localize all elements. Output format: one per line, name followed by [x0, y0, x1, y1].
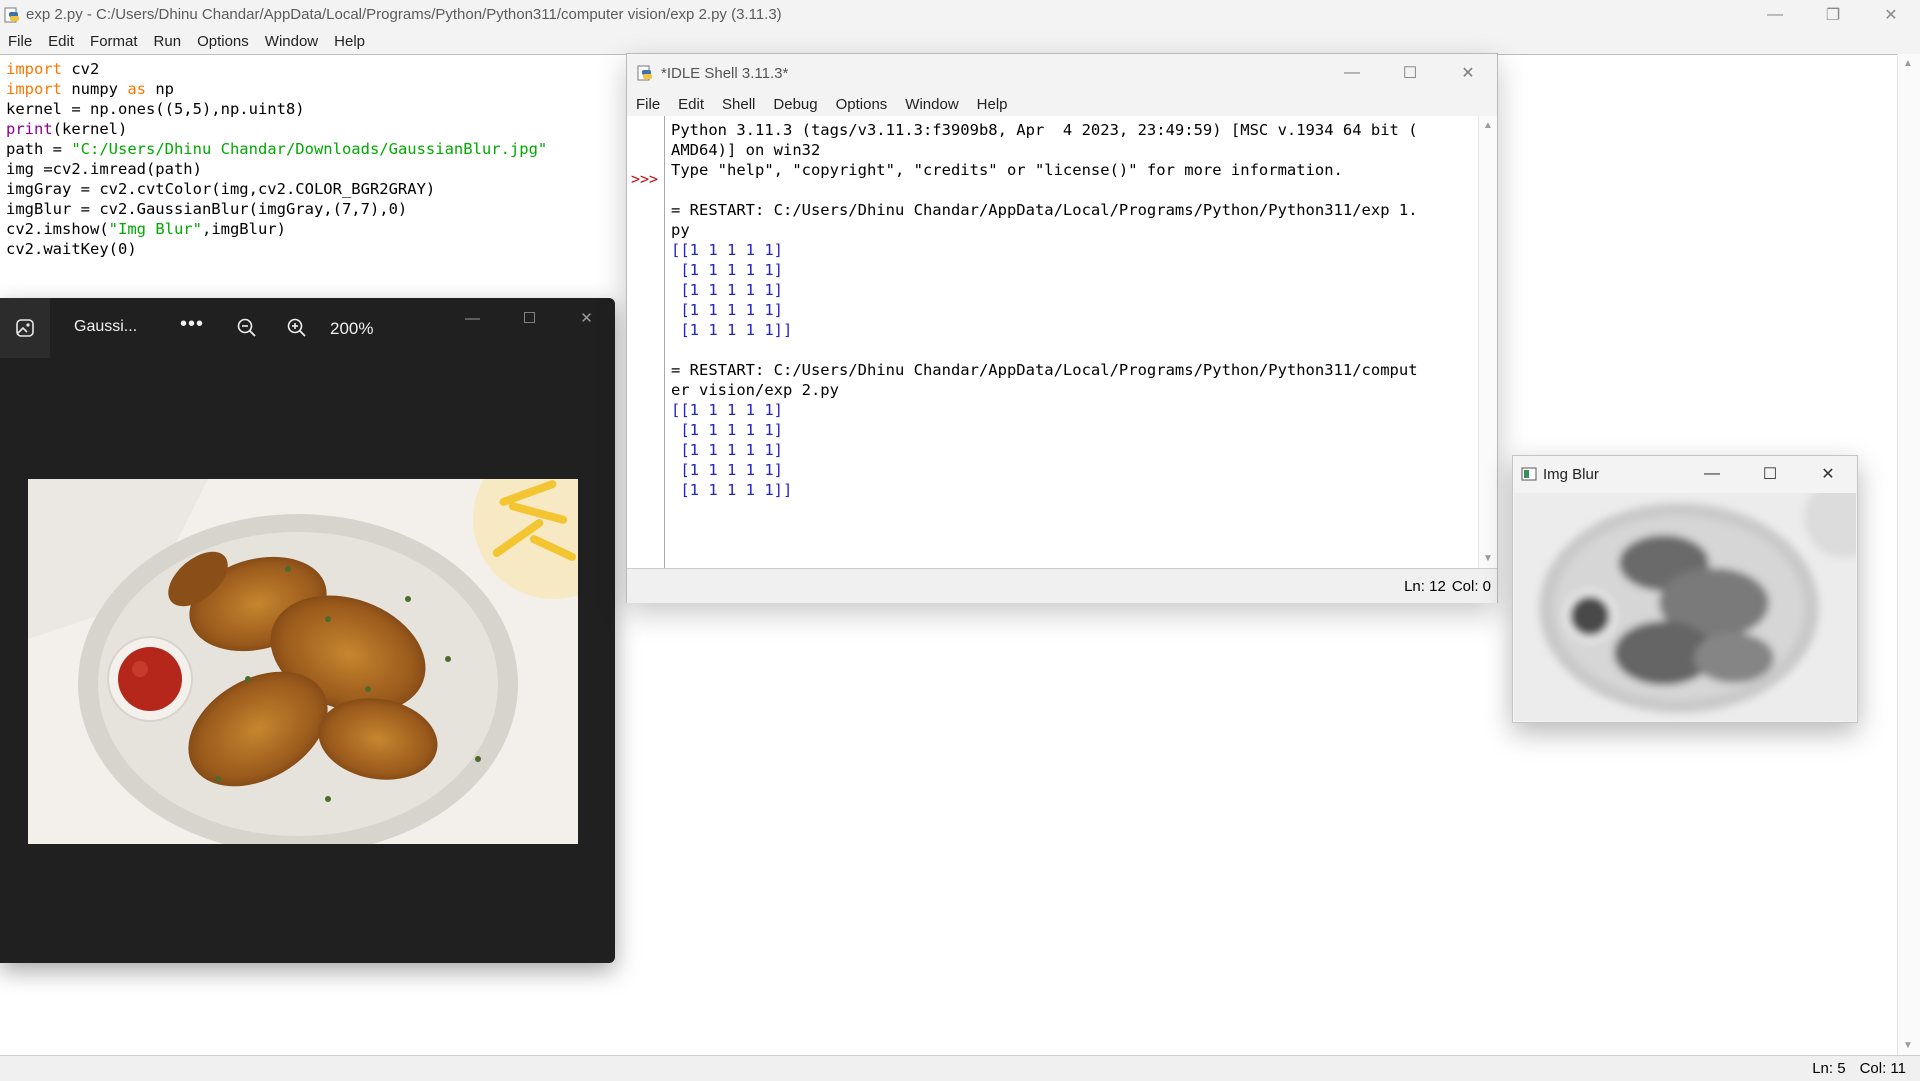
close-icon[interactable]: ✕	[558, 298, 615, 338]
menu-help[interactable]: Help	[326, 33, 373, 50]
menu-options[interactable]: Options	[189, 33, 257, 50]
idle-shell-window: *IDLE Shell 3.11.3* — ☐ ✕ File Edit Shel…	[626, 53, 1498, 603]
code-line: cv2.imshow("Img Blur",imgBlur)	[6, 220, 286, 238]
code-line: path = "C:/Users/Dhinu Chandar/Downloads…	[6, 140, 548, 158]
restore-icon[interactable]: ❐	[1804, 0, 1862, 29]
python-file-icon	[4, 7, 20, 23]
shell-menu-file[interactable]: File	[627, 96, 669, 113]
output-line: [1 1 1 1 1]	[671, 261, 783, 279]
shell-menu-help[interactable]: Help	[968, 96, 1017, 113]
column-number: Col: 11	[1859, 1060, 1906, 1077]
output-line: [1 1 1 1 1]	[671, 441, 783, 459]
zoom-out-icon[interactable]	[236, 317, 258, 344]
scroll-down-icon[interactable]: ▼	[1903, 1040, 1913, 1051]
blur-titlebar: Img Blur — ☐ ✕	[1513, 456, 1857, 492]
zoom-in-icon[interactable]	[286, 317, 308, 344]
minimize-icon[interactable]: —	[1323, 54, 1381, 92]
blur-window-title: Img Blur	[1543, 465, 1599, 483]
close-icon[interactable]: ✕	[1862, 0, 1920, 29]
banner-line: Type "help", "copyright", "credits" or "…	[671, 161, 1343, 179]
minimize-icon[interactable]: —	[444, 298, 501, 338]
menu-file[interactable]: File	[0, 33, 40, 50]
maximize-icon[interactable]: ☐	[501, 298, 558, 338]
shell-menu-edit[interactable]: Edit	[669, 96, 713, 113]
output-line: [1 1 1 1 1]	[671, 301, 783, 319]
python-shell-icon	[637, 65, 653, 81]
restart-line: = RESTART: C:/Users/Dhinu Chandar/AppDat…	[671, 201, 1418, 219]
code-line: imgGray = cv2.cvtColor(img,cv2.COLOR_BGR…	[6, 180, 436, 198]
shell-window-title: *IDLE Shell 3.11.3*	[661, 64, 789, 82]
scroll-up-icon[interactable]: ▲	[1903, 58, 1913, 69]
restart-line: py	[671, 221, 690, 239]
source-code[interactable]: import cv2 import numpy as np kernel = n…	[6, 59, 547, 259]
code-line: img =cv2.imread(path)	[6, 160, 202, 178]
photos-toolbar: Gaussi... ••• 200% — ☐ ✕	[0, 298, 615, 358]
shell-menu-window[interactable]: Window	[896, 96, 967, 113]
shell-titlebar: *IDLE Shell 3.11.3* — ☐ ✕	[627, 54, 1497, 92]
shell-scrollbar[interactable]: ▲ ▼	[1478, 116, 1497, 568]
shell-prompt: >>>	[631, 170, 659, 188]
output-line: [[1 1 1 1 1]	[671, 241, 783, 259]
editor-window-title: exp 2.py - C:/Users/Dhinu Chandar/AppDat…	[26, 6, 782, 23]
column-number: Col: 0	[1451, 577, 1491, 595]
maximize-icon[interactable]: ☐	[1381, 54, 1439, 92]
output-line: [1 1 1 1 1]]	[671, 481, 793, 499]
output-line: [1 1 1 1 1]	[671, 461, 783, 479]
blurred-grayscale-image	[1514, 493, 1856, 721]
close-icon[interactable]: ✕	[1439, 54, 1497, 92]
code-line: import cv2	[6, 60, 100, 78]
code-line: print(kernel)	[6, 120, 128, 138]
shell-menu-options[interactable]: Options	[827, 96, 897, 113]
more-options-icon[interactable]: •••	[180, 313, 204, 336]
menu-window[interactable]: Window	[257, 33, 326, 50]
menu-format[interactable]: Format	[82, 33, 146, 50]
menu-edit[interactable]: Edit	[40, 33, 82, 50]
fried-chicken-photo	[28, 479, 578, 844]
output-line: [1 1 1 1 1]]	[671, 321, 793, 339]
opencv-window-icon	[1521, 466, 1537, 482]
img-blur-window: Img Blur — ☐ ✕	[1512, 455, 1858, 723]
maximize-icon[interactable]: ☐	[1741, 456, 1799, 492]
shell-output[interactable]: Python 3.11.3 (tags/v3.11.3:f3909b8, Apr…	[671, 120, 1461, 500]
restart-line: er vision/exp 2.py	[671, 381, 839, 399]
minimize-icon[interactable]: —	[1746, 0, 1804, 29]
editor-statusbar: Ln: 5 Col: 11	[0, 1055, 1920, 1081]
code-line: kernel = np.ones((5,5),np.uint8)	[6, 100, 305, 118]
output-line: [[1 1 1 1 1]	[671, 401, 783, 419]
line-number: Ln: 5	[1812, 1060, 1846, 1077]
scroll-up-icon[interactable]: ▲	[1483, 120, 1493, 131]
shell-menubar: File Edit Shell Debug Options Window Hel…	[627, 92, 1497, 116]
editor-titlebar: exp 2.py - C:/Users/Dhinu Chandar/AppDat…	[0, 0, 1920, 29]
shell-menu-shell[interactable]: Shell	[713, 96, 764, 113]
shell-statusbar: Ln: 12 Col: 0	[627, 568, 1497, 603]
photos-viewer-window: Gaussi... ••• 200% — ☐ ✕	[0, 298, 615, 963]
code-line: imgBlur = cv2.GaussianBlur(imgGray,(7,7)…	[6, 200, 408, 218]
scroll-down-icon[interactable]: ▼	[1483, 553, 1493, 564]
shell-menu-debug[interactable]: Debug	[764, 96, 826, 113]
output-line: [1 1 1 1 1]	[671, 281, 783, 299]
banner-line: AMD64)] on win32	[671, 141, 821, 159]
photos-filename: Gaussi...	[74, 318, 138, 335]
line-number: Ln: 12	[1404, 577, 1446, 595]
editor-scrollbar[interactable]: ▲ ▼	[1897, 54, 1920, 1055]
menu-run[interactable]: Run	[146, 33, 190, 50]
minimize-icon[interactable]: —	[1683, 456, 1741, 492]
restart-line: = RESTART: C:/Users/Dhinu Chandar/AppDat…	[671, 361, 1418, 379]
zoom-level: 200%	[330, 319, 374, 338]
banner-line: Python 3.11.3 (tags/v3.11.3:f3909b8, Apr…	[671, 121, 1418, 139]
editor-menubar: File Edit Format Run Options Window Help	[0, 29, 1920, 54]
output-line: [1 1 1 1 1]	[671, 421, 783, 439]
close-icon[interactable]: ✕	[1799, 456, 1857, 492]
photos-app-icon[interactable]	[0, 298, 50, 358]
code-line: cv2.waitKey(0)	[6, 240, 137, 258]
code-line: import numpy as np	[6, 80, 174, 98]
